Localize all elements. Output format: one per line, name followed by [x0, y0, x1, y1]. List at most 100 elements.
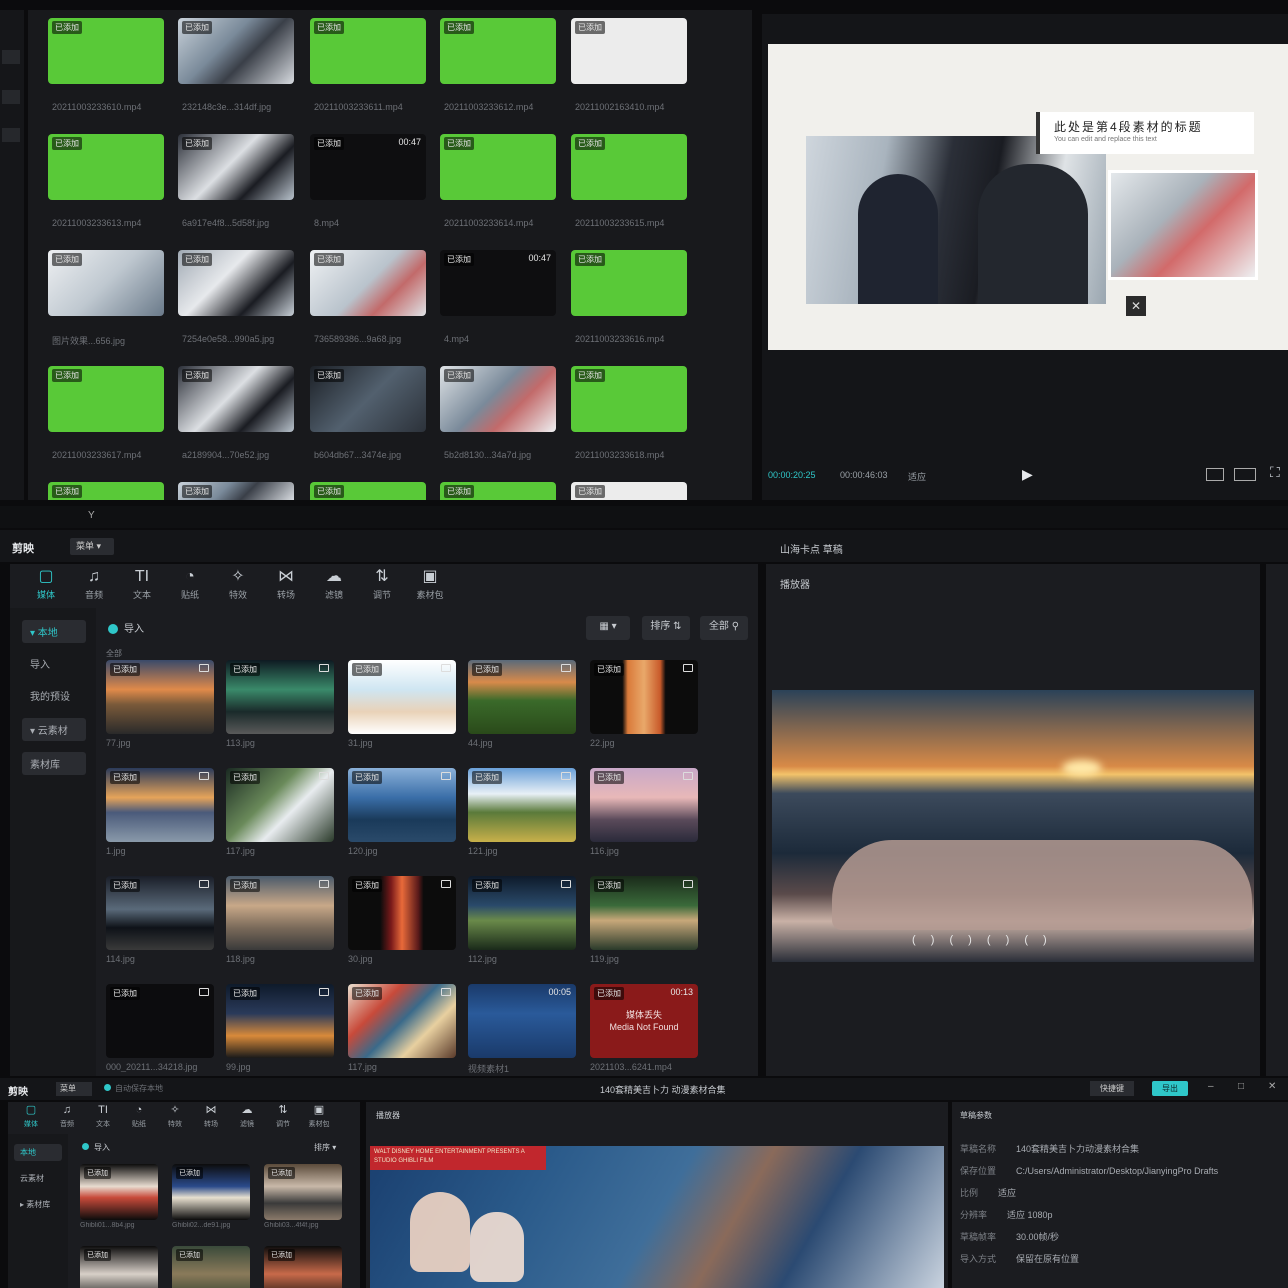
media-thumbnail[interactable]: 已添加 [468, 876, 576, 950]
tab-transition[interactable]: ⋈ 转场 [266, 568, 306, 601]
media-thumbnail[interactable]: 已添加 [310, 250, 426, 316]
tab-effects[interactable]: ✧ 特效 [218, 568, 258, 601]
tab-sticker[interactable]: ◔ 贴纸 [170, 568, 210, 601]
export-button[interactable]: 导出 [1152, 1081, 1188, 1096]
tab-package[interactable]: ▣ 素材包 [410, 568, 450, 601]
sidebar-tab[interactable] [2, 50, 20, 64]
media-thumbnail[interactable]: 已添加 [590, 876, 698, 950]
media-thumbnail[interactable]: 已添加 [348, 768, 456, 842]
media-thumbnail[interactable]: 已添加 [106, 768, 214, 842]
tab-text[interactable]: TI 文本 [122, 568, 162, 601]
select-box-icon[interactable] [199, 772, 209, 780]
media-thumbnail[interactable]: 已添加 [571, 18, 687, 84]
play-icon[interactable]: ▶ [1022, 466, 1033, 483]
sidebar-item[interactable]: 云素材 [14, 1170, 62, 1187]
media-thumbnail[interactable]: 已添加 [226, 984, 334, 1058]
media-thumbnail[interactable]: 已添加 [178, 134, 294, 200]
sidebar-item[interactable]: 我的预设 [22, 684, 86, 707]
sidebar-tab[interactable] [2, 90, 20, 104]
select-box-icon[interactable] [319, 880, 329, 888]
tab-filter[interactable]: ☁ 滤镜 [314, 568, 354, 601]
media-thumbnail[interactable]: 已添加 [172, 1246, 250, 1288]
tab-sticker[interactable]: ◔ 贴纸 [124, 1104, 154, 1129]
select-box-icon[interactable] [561, 880, 571, 888]
sidebar-item[interactable]: ▸ 素材库 [14, 1196, 62, 1213]
media-thumbnail[interactable]: 已添加 [310, 366, 426, 432]
tab-audio[interactable]: ♫ 音频 [52, 1104, 82, 1129]
select-box-icon[interactable] [199, 988, 209, 996]
close-icon[interactable]: ✕ [1268, 1081, 1276, 1092]
media-thumbnail[interactable]: 已添加 [310, 482, 426, 500]
media-thumbnail[interactable]: 已添加 [571, 366, 687, 432]
ratio-select[interactable]: 适应 [908, 470, 926, 483]
select-box-icon[interactable] [441, 988, 451, 996]
media-thumbnail[interactable]: 已添加 [172, 1164, 250, 1220]
media-thumbnail[interactable]: 已添加 [226, 660, 334, 734]
tab-package[interactable]: ▣ 素材包 [304, 1104, 334, 1129]
media-thumbnail[interactable]: 已添加 [310, 18, 426, 84]
filter-button[interactable]: 全部 ⚲ [700, 616, 748, 640]
media-thumbnail[interactable]: 已添加 [48, 482, 164, 500]
media-thumbnail[interactable]: 已添加 [571, 134, 687, 200]
tab-media[interactable]: ▢ 媒体 [26, 568, 66, 601]
drag-handle-icon[interactable]: Y [88, 510, 95, 521]
select-box-icon[interactable] [319, 988, 329, 996]
sort-button[interactable]: 排序 ⇅ [642, 616, 690, 640]
select-box-icon[interactable] [441, 880, 451, 888]
media-thumbnail[interactable]: 已添加 [48, 18, 164, 84]
select-box-icon[interactable] [199, 880, 209, 888]
tab-audio[interactable]: ♫ 音频 [74, 568, 114, 601]
media-thumbnail[interactable]: 已添加 [571, 482, 687, 500]
select-box-icon[interactable] [683, 880, 693, 888]
sidebar-tab[interactable] [2, 128, 20, 142]
media-thumbnail[interactable]: 已添加 [590, 660, 698, 734]
sort-button[interactable]: 排序 ▾ [314, 1142, 336, 1153]
media-thumbnail[interactable]: 已添加 [440, 18, 556, 84]
menu-button[interactable]: 菜单 [56, 1082, 92, 1096]
media-thumbnail[interactable]: 已添加 [178, 482, 294, 500]
media-thumbnail[interactable]: 已添加 [106, 984, 214, 1058]
select-box-icon[interactable] [319, 664, 329, 672]
sidebar-item[interactable]: 素材库 [22, 752, 86, 775]
import-button[interactable]: 导入 [82, 1142, 110, 1153]
shortcut-button[interactable]: 快捷键 [1090, 1081, 1134, 1096]
sidebar-item[interactable]: 导入 [22, 652, 86, 675]
tab-filter[interactable]: ☁ 滤镜 [232, 1104, 262, 1129]
sidebar-item[interactable]: ▾ 本地 [22, 620, 86, 643]
media-thumbnail[interactable]: 已添加 [348, 984, 456, 1058]
select-box-icon[interactable] [561, 664, 571, 672]
media-thumbnail[interactable]: 已添加 [48, 366, 164, 432]
import-button[interactable]: 导入 [108, 620, 144, 635]
select-box-icon[interactable] [683, 772, 693, 780]
media-thumbnail[interactable]: 已添加 [80, 1246, 158, 1288]
media-thumbnail[interactable]: 已添加 [80, 1164, 158, 1220]
media-thumbnail[interactable]: 已添加 00:13 媒体丢失 Media Not Found [590, 984, 698, 1058]
tab-adjust[interactable]: ⇅ 调节 [268, 1104, 298, 1129]
maximize-icon[interactable]: □ [1238, 1081, 1244, 1092]
minimize-icon[interactable]: – [1208, 1081, 1214, 1092]
select-box-icon[interactable] [683, 664, 693, 672]
tab-text[interactable]: TI 文本 [88, 1104, 118, 1129]
media-thumbnail[interactable]: 已添加 [571, 250, 687, 316]
media-thumbnail[interactable]: 已添加 [226, 876, 334, 950]
media-thumbnail[interactable]: 已添加 [348, 660, 456, 734]
media-thumbnail[interactable]: 00:05 [468, 984, 576, 1058]
sidebar-item[interactable]: 本地 [14, 1144, 62, 1161]
media-thumbnail[interactable]: 已添加 [106, 660, 214, 734]
media-thumbnail[interactable]: 已添加 [590, 768, 698, 842]
sidebar-item[interactable]: ▾ 云素材 [22, 718, 86, 741]
select-box-icon[interactable] [319, 772, 329, 780]
select-box-icon[interactable] [561, 772, 571, 780]
media-thumbnail[interactable]: 已添加 [178, 250, 294, 316]
media-thumbnail[interactable]: 已添加 [106, 876, 214, 950]
media-thumbnail[interactable]: 已添加 [468, 768, 576, 842]
tab-transition[interactable]: ⋈ 转场 [196, 1104, 226, 1129]
media-thumbnail[interactable]: 已添加 [264, 1246, 342, 1288]
media-thumbnail[interactable]: 已添加 [440, 482, 556, 500]
media-thumbnail[interactable]: 已添加 00:47 [310, 134, 426, 200]
select-box-icon[interactable] [441, 772, 451, 780]
media-thumbnail[interactable]: 已添加 [264, 1164, 342, 1220]
media-thumbnail[interactable]: 已添加 [468, 660, 576, 734]
media-thumbnail[interactable]: 已添加 [178, 18, 294, 84]
menu-button[interactable]: 菜单 ▾ [70, 538, 114, 555]
